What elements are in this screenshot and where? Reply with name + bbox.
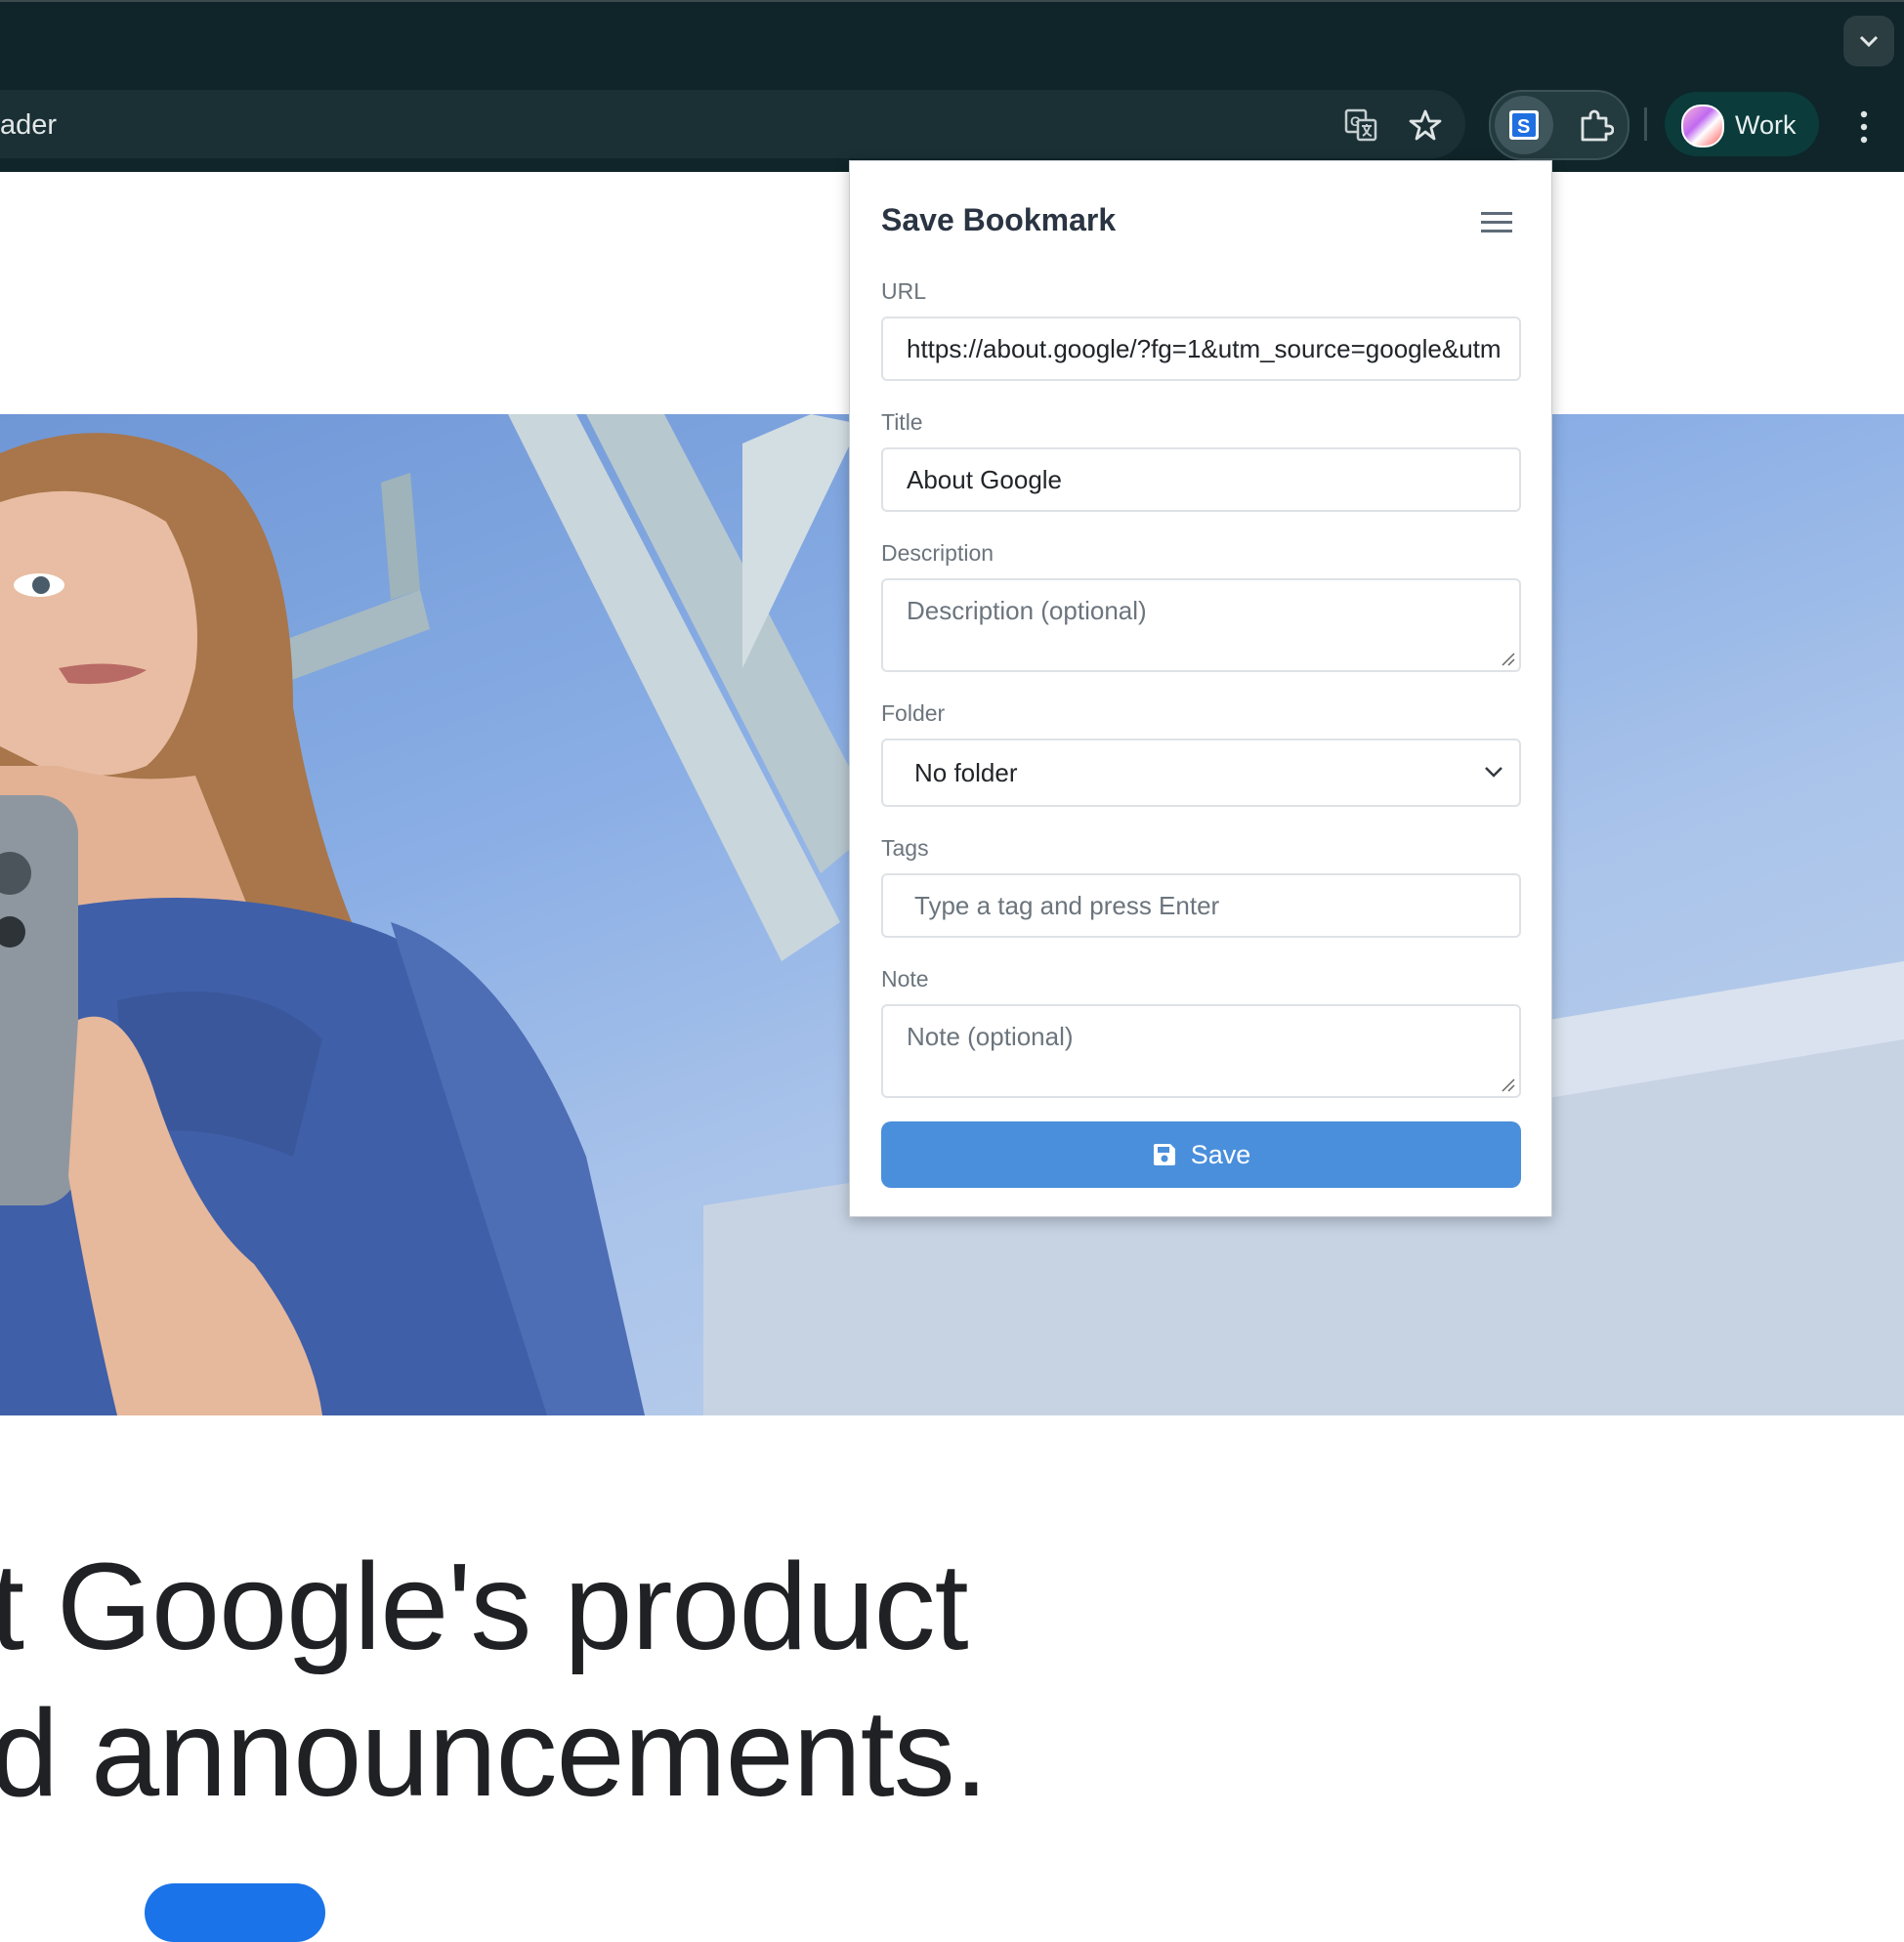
puzzle-icon[interactable] xyxy=(1577,106,1614,144)
extensions-group: S xyxy=(1489,90,1629,160)
description-textarea[interactable]: Description (optional) xyxy=(881,578,1521,672)
note-placeholder: Note (optional) xyxy=(907,1022,1074,1051)
title-label: Title xyxy=(881,409,923,435)
title-value: About Google xyxy=(907,465,1063,494)
toolbar-divider xyxy=(1644,107,1647,141)
cta-button[interactable] xyxy=(145,1883,325,1942)
url-label: URL xyxy=(881,278,927,304)
headline-line-2: d announcements. xyxy=(0,1684,989,1822)
address-bar-text: ader xyxy=(0,109,58,141)
floppy-disk-icon xyxy=(1153,1144,1175,1165)
bookmark-extension-button[interactable]: S xyxy=(1495,96,1553,154)
url-value: https://about.google/?fg=1&utm_source=go… xyxy=(907,334,1502,363)
profile-button[interactable]: Work xyxy=(1665,92,1819,156)
page-headline: t Google's product d announcements. xyxy=(0,1534,989,1827)
star-icon[interactable] xyxy=(1408,107,1443,143)
address-bar[interactable]: ader G xyxy=(0,90,1465,158)
resize-handle-icon[interactable] xyxy=(1500,1077,1515,1092)
headline-line-1: t Google's product xyxy=(0,1538,969,1675)
note-label: Note xyxy=(881,966,929,992)
tags-input[interactable]: Type a tag and press Enter xyxy=(881,873,1521,938)
svg-text:S: S xyxy=(1517,116,1530,138)
avatar xyxy=(1681,105,1724,148)
tab-strip xyxy=(0,0,1904,84)
folder-select[interactable]: No folder xyxy=(881,739,1521,807)
resize-handle-icon[interactable] xyxy=(1500,651,1515,666)
description-placeholder: Description (optional) xyxy=(907,596,1147,625)
folder-value: No folder xyxy=(914,758,1018,787)
hamburger-menu-icon[interactable] xyxy=(1479,208,1514,235)
tab-search-button[interactable] xyxy=(1843,16,1894,66)
browser-toolbar: ader G S Work xyxy=(0,82,1904,172)
chevron-down-icon xyxy=(1485,767,1502,778)
save-button-label: Save xyxy=(1190,1139,1251,1169)
description-label: Description xyxy=(881,540,994,566)
tags-placeholder: Type a tag and press Enter xyxy=(914,891,1220,920)
folder-label: Folder xyxy=(881,700,946,726)
profile-label: Work xyxy=(1735,110,1797,140)
translate-icon[interactable]: G xyxy=(1343,107,1378,143)
more-vert-icon[interactable] xyxy=(1854,107,1874,147)
popup-title: Save Bookmark xyxy=(881,202,1117,237)
save-button[interactable]: Save xyxy=(881,1121,1521,1188)
chevron-down-icon xyxy=(1859,35,1879,48)
bookmark-extension-icon: S xyxy=(1509,110,1539,140)
url-input[interactable]: https://about.google/?fg=1&utm_source=go… xyxy=(881,317,1521,381)
note-textarea[interactable]: Note (optional) xyxy=(881,1004,1521,1098)
tags-label: Tags xyxy=(881,835,929,861)
save-bookmark-popup: Save Bookmark URL https://about.google/?… xyxy=(849,160,1552,1217)
title-input[interactable]: About Google xyxy=(881,447,1521,512)
